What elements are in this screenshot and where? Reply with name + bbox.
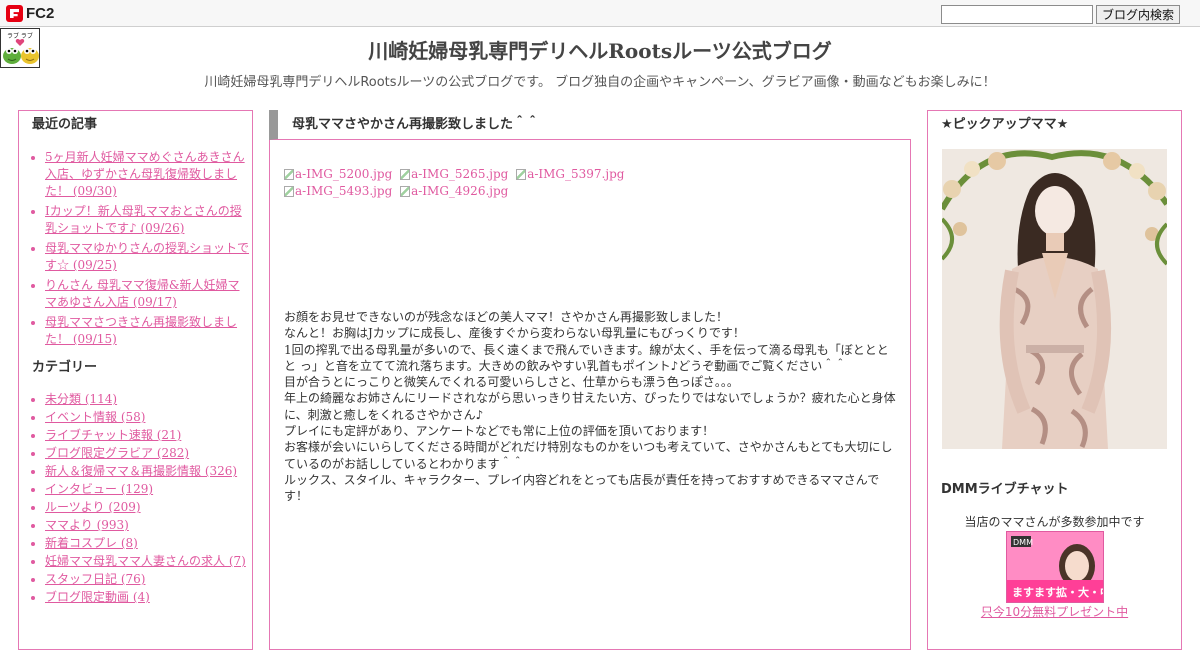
categories-list: 未分類 (114) イベント情報 (58) ライブチャット速報 (21) ブログ… <box>19 391 251 607</box>
list-item: 妊婦ママ母乳ママ人妻さんの求人 (7) <box>45 553 251 570</box>
dmm-free-link[interactable]: 只今10分無料プレゼント中 <box>981 605 1128 619</box>
post-paragraph: 年上の綺麗なお姉さんにリードされながら思いっきり甘えたい方、ぴったりではないでし… <box>284 391 896 422</box>
post-paragraph: プレイにも定評があり、アンケートなどでも常に上位の評価を頂いております！ <box>284 424 715 439</box>
category-link[interactable]: ママより (993) <box>45 518 129 532</box>
post-paragraph: お客様が会いにいらしてくださる時間がどれだけ特別なものかをいつも考えていて、さや… <box>284 440 893 471</box>
blog-search-button[interactable]: ブログ内検索 <box>1096 5 1180 24</box>
pickup-photo-illustration <box>942 149 1167 449</box>
list-item: ルーツより (209) <box>45 499 251 516</box>
dmm-banner-text: ますます拡・大・中!! <box>1012 585 1104 599</box>
broken-image[interactable]: a-IMG_5200.jpg <box>284 166 392 183</box>
category-link[interactable]: 妊婦ママ母乳ママ人妻さんの求人 (7) <box>45 554 246 568</box>
left-sidebar: 最近の記事 5ヶ月新人妊婦ママめぐさんあきさん入店、ゆずかさん母乳復帰致しました… <box>18 110 253 650</box>
image-alt-text: a-IMG_5493.jpg <box>295 184 393 198</box>
broken-image[interactable]: a-IMG_5397.jpg <box>516 166 624 183</box>
broken-image-icon <box>400 186 411 197</box>
post-paragraph: なんと！お胸はJカップに成長し、産後すぐから変わらない母乳量にもびっくりです！ <box>284 326 745 341</box>
list-item: ブログ限定グラビア (282) <box>45 445 251 462</box>
list-item: Iカップ！新人母乳ママおとさんの授乳ショットです♪ (09/26) <box>45 203 251 237</box>
pickup-heading: ★ピックアップママ★ <box>941 117 1069 132</box>
category-link[interactable]: 未分類 (114) <box>45 392 117 406</box>
broken-image[interactable]: a-IMG_4926.jpg <box>400 183 508 200</box>
list-item: 5ヶ月新人妊婦ママめぐさんあきさん入店、ゆずかさん母乳復帰致しました！ (09/… <box>45 149 251 200</box>
blog-title[interactable]: 川崎妊婦母乳専門デリヘルRootsルーツ公式ブログ <box>0 38 1200 64</box>
image-alt-text: a-IMG_5397.jpg <box>527 167 625 181</box>
category-link[interactable]: 新人＆復帰ママ＆再撮影情報 (326) <box>45 464 237 478</box>
post-title-bar: 母乳ママさやかさん再撮影致しました＾＾ <box>269 110 911 140</box>
list-item: イベント情報 (58) <box>45 409 251 426</box>
post-paragraph: 1回の搾乳で出る母乳量が多いので、長く遠くまで飛んでいきます。線が太く、手を伝っ… <box>284 342 889 373</box>
category-link[interactable]: ブログ限定グラビア (282) <box>45 446 189 460</box>
fc2-logo-text: FC2 <box>26 5 55 22</box>
list-item: ブログ限定動画 (4) <box>45 589 251 606</box>
category-link[interactable]: ブログ限定動画 (4) <box>45 590 150 604</box>
category-link[interactable]: インタビュー (129) <box>45 482 153 496</box>
post-paragraph: 目が合うとにっこりと微笑んでくれる可愛いらしさと、仕草からも漂う色っぽさ。。。 <box>284 375 739 390</box>
broken-image-icon <box>284 169 294 180</box>
list-item: スタッフ日記 (76) <box>45 571 251 588</box>
categories-heading: カテゴリー <box>32 360 98 375</box>
dmm-banner-illustration: DMM ますます拡・大・中!! <box>1007 532 1104 602</box>
list-item: 未分類 (114) <box>45 391 251 408</box>
recent-post-link[interactable]: りんさん 母乳ママ復帰&新人妊婦ママあゆさん入店 (09/17) <box>45 278 240 309</box>
dmm-banner[interactable]: DMM ますます拡・大・中!! <box>1006 531 1104 603</box>
broken-image[interactable]: a-IMG_5265.jpg <box>400 166 508 183</box>
recent-post-link[interactable]: 母乳ママゆかりさんの授乳ショットです☆ (09/25) <box>45 241 249 272</box>
list-item: インタビュー (129) <box>45 481 251 498</box>
post-title[interactable]: 母乳ママさやかさん再撮影致しました＾＾ <box>292 116 539 134</box>
post-panel: 母乳ママさやかさん再撮影致しました＾＾ a-IMG_5200.jpg a-IMG… <box>269 110 911 650</box>
category-link[interactable]: スタッフ日記 (76) <box>45 572 145 586</box>
image-alt-text: a-IMG_5200.jpg <box>295 167 393 181</box>
post-paragraph: ルックス、スタイル、キャラクター、プレイ内容どれをとっても店長が責任を持っておす… <box>284 472 880 504</box>
list-item: 母乳ママゆかりさんの授乳ショットです☆ (09/25) <box>45 240 251 274</box>
broken-image[interactable]: a-IMG_5493.jpg <box>284 183 392 200</box>
recent-posts-list: 5ヶ月新人妊婦ママめぐさんあきさん入店、ゆずかさん母乳復帰致しました！ (09/… <box>19 149 251 351</box>
fc2-top-bar: FC2 ブログ内検索 <box>0 0 1200 27</box>
dmm-banner-logo: DMM <box>1013 538 1033 547</box>
blog-search-input[interactable] <box>941 5 1093 24</box>
broken-image-icon <box>516 169 527 180</box>
recent-posts-heading: 最近の記事 <box>32 117 98 132</box>
dmm-heading: DMMライブチャット <box>941 482 1069 497</box>
pickup-mama-photo[interactable] <box>942 149 1167 449</box>
list-item: 母乳ママさつきさん再撮影致しました！ (09/15) <box>45 314 251 348</box>
image-alt-text: a-IMG_5265.jpg <box>411 167 509 181</box>
category-link[interactable]: イベント情報 (58) <box>45 410 145 424</box>
category-link[interactable]: ライブチャット速報 (21) <box>45 428 181 442</box>
post-images-row-2: a-IMG_5493.jpg a-IMG_4926.jpg <box>284 183 512 202</box>
image-alt-text: a-IMG_4926.jpg <box>411 184 509 198</box>
dmm-link-container: 只今10分無料プレゼント中 <box>928 604 1181 621</box>
recent-post-link[interactable]: 母乳ママさつきさん再撮影致しました！ (09/15) <box>45 315 237 346</box>
right-sidebar: ★ピックアップママ★ DMMライブチャット 当店のママさんが多数参加中です DM… <box>927 110 1182 650</box>
broken-image-icon <box>400 169 411 180</box>
list-item: りんさん 母乳ママ復帰&新人妊婦ママあゆさん入店 (09/17) <box>45 277 251 311</box>
blog-description: 川崎妊婦母乳専門デリヘルRootsルーツの公式ブログです。 ブログ独自の企画やキ… <box>204 75 996 90</box>
list-item: ママより (993) <box>45 517 251 534</box>
category-link[interactable]: ルーツより (209) <box>45 500 141 514</box>
fc2-logo[interactable]: FC2 <box>6 4 54 23</box>
dmm-subtext: 当店のママさんが多数参加中です <box>964 515 1145 529</box>
list-item: 新人＆復帰ママ＆再撮影情報 (326) <box>45 463 251 480</box>
category-link[interactable]: 新着コスプレ (8) <box>45 536 138 550</box>
post-paragraph: お顔をお見せできないのが残念なほどの美人ママ！さやかさん再撮影致しました！ <box>284 310 729 324</box>
list-item: ライブチャット速報 (21) <box>45 427 251 444</box>
broken-image-icon <box>284 186 294 197</box>
recent-post-link[interactable]: Iカップ！新人母乳ママおとさんの授乳ショットです♪ (09/26) <box>45 204 242 235</box>
fc2-logo-icon <box>6 5 23 22</box>
recent-post-link[interactable]: 5ヶ月新人妊婦ママめぐさんあきさん入店、ゆずかさん母乳復帰致しました！ (09/… <box>45 150 245 198</box>
list-item: 新着コスプレ (8) <box>45 535 251 552</box>
post-body: お顔をお見せできないのが残念なほどの美人ママ！さやかさん再撮影致しました！ なん… <box>284 309 898 505</box>
